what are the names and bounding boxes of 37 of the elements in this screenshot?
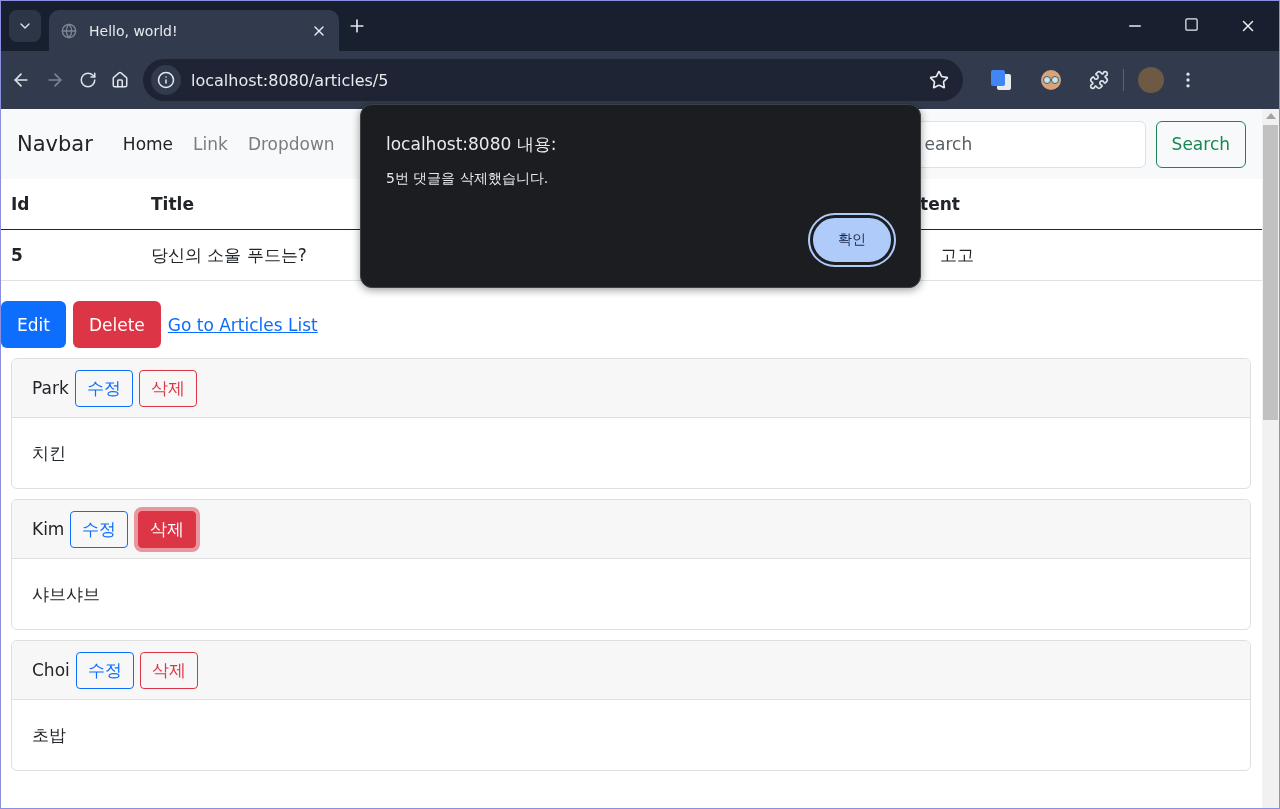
- delete-comment-button[interactable]: 삭제: [138, 510, 197, 548]
- star-icon[interactable]: [929, 70, 949, 90]
- reload-icon[interactable]: [79, 71, 97, 89]
- nav-link[interactable]: Dropdown: [247, 134, 335, 154]
- comment-body: 초밥: [31, 723, 67, 747]
- comment-body: 치킨: [31, 441, 67, 465]
- ok-button[interactable]: 확인: [810, 215, 894, 265]
- globe-icon: [61, 22, 77, 39]
- extensions-icon[interactable]: [1089, 70, 1109, 90]
- extension-icon[interactable]: [1039, 68, 1063, 92]
- maximize-icon[interactable]: [1184, 17, 1199, 32]
- navbar-brand[interactable]: Navbar: [17, 132, 93, 156]
- tab-title: Hello, world!: [89, 22, 179, 39]
- scrollbar[interactable]: [1262, 109, 1279, 808]
- info-icon[interactable]: [157, 71, 175, 89]
- delete-comment-button[interactable]: 삭제: [138, 369, 197, 407]
- delete-comment-button[interactable]: 삭제: [139, 651, 198, 689]
- edit-comment-button[interactable]: 수정: [74, 369, 133, 407]
- dialog-title: localhost:8080 내용:: [386, 133, 558, 156]
- search-button[interactable]: Search: [1155, 120, 1246, 168]
- table-cell: 5: [1, 230, 141, 281]
- edit-button[interactable]: Edit: [1, 301, 66, 348]
- delete-button[interactable]: Delete: [72, 301, 161, 348]
- home-icon[interactable]: [111, 71, 129, 89]
- column-header: Id: [1, 179, 141, 230]
- edit-comment-button[interactable]: 수정: [75, 651, 134, 689]
- comment-body: 샤브샤브: [31, 582, 101, 606]
- nav-link[interactable]: Home: [122, 134, 174, 154]
- comment-author: Kim: [32, 519, 65, 539]
- articles-list-link[interactable]: Go to Articles List: [167, 314, 318, 335]
- nav-link[interactable]: Link: [193, 134, 228, 154]
- edit-comment-button[interactable]: 수정: [70, 510, 129, 548]
- comment-author: Choi: [32, 660, 70, 680]
- address-bar[interactable]: localhost:8080/articles/5: [143, 59, 963, 101]
- comment-author: Park: [32, 378, 69, 398]
- browser-tab[interactable]: Hello, world!: [49, 10, 339, 51]
- tab-list-button[interactable]: [9, 10, 41, 42]
